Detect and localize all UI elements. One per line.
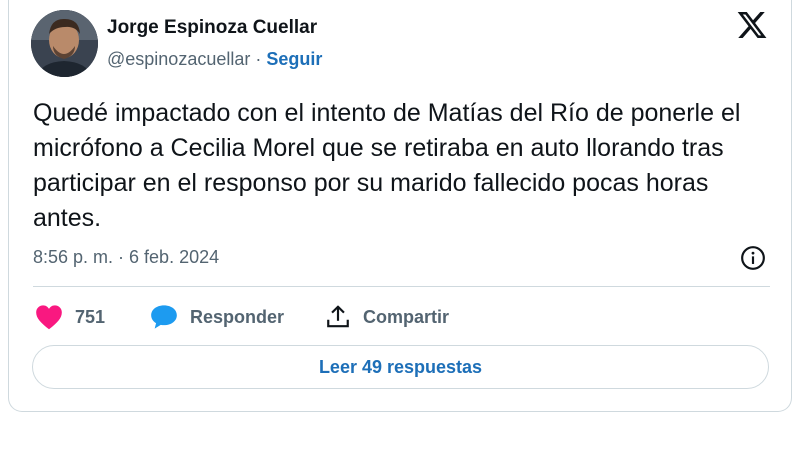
- author-handle-line: @espinozacuellar · Seguir: [107, 49, 322, 70]
- avatar-photo: [31, 10, 98, 77]
- share-button[interactable]: Compartir: [325, 302, 449, 332]
- x-logo-icon[interactable]: [735, 9, 769, 41]
- handle-separator: ·: [255, 49, 262, 69]
- author-name[interactable]: Jorge Espinoza Cuellar: [107, 17, 317, 39]
- reply-button[interactable]: Responder: [150, 302, 284, 332]
- speech-bubble-icon: [151, 305, 177, 329]
- tweet-timestamp[interactable]: 8:56 p. m. · 6 feb. 2024: [33, 247, 219, 268]
- divider: [33, 286, 770, 287]
- info-icon[interactable]: [740, 245, 766, 271]
- like-button[interactable]: 751: [35, 302, 105, 332]
- share-upload-icon: [327, 305, 349, 328]
- author-handle[interactable]: @espinozacuellar: [107, 49, 250, 69]
- like-count: 751: [75, 306, 106, 327]
- heart-icon: [36, 305, 62, 330]
- share-label: Compartir: [363, 306, 450, 327]
- follow-button[interactable]: Seguir: [266, 49, 322, 69]
- read-replies-button[interactable]: Leer 49 respuestas: [32, 345, 769, 389]
- reply-label: Responder: [190, 306, 285, 327]
- avatar[interactable]: [31, 10, 98, 77]
- tweet-text: Quedé impactado con el intento de Matías…: [33, 99, 741, 232]
